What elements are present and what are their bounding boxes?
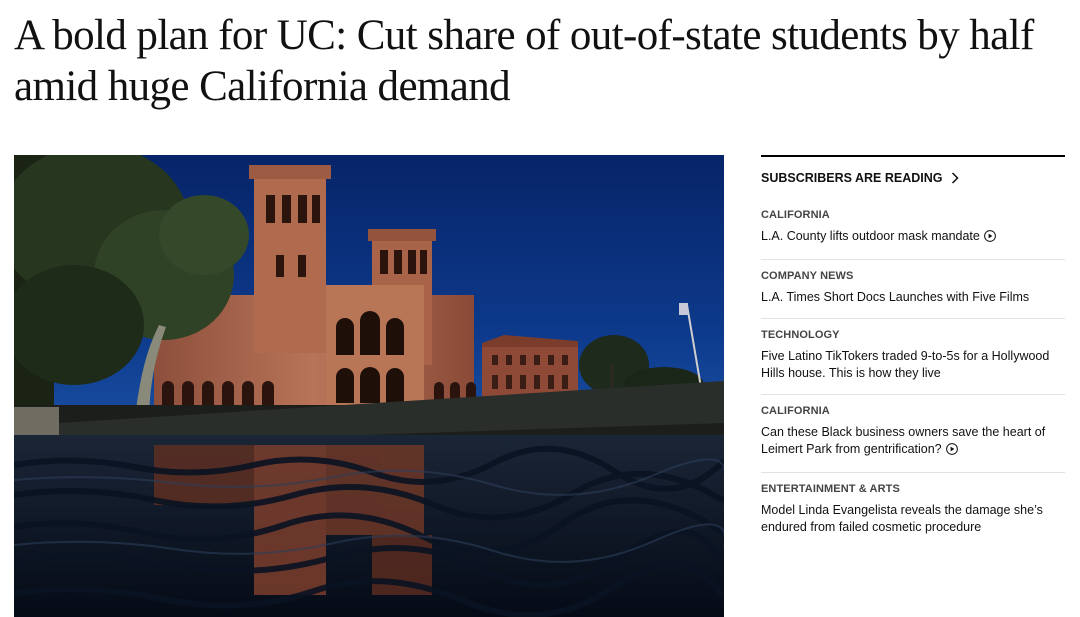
rail-story[interactable]: TECHNOLOGY Five Latino TikTokers traded … bbox=[761, 319, 1065, 395]
rail-story[interactable]: COMPANY NEWS L.A. Times Short Docs Launc… bbox=[761, 260, 1065, 319]
rail-story[interactable]: ENTERTAINMENT & ARTS Model Linda Evangel… bbox=[761, 473, 1065, 548]
story-kicker[interactable]: ENTERTAINMENT & ARTS bbox=[761, 483, 1065, 495]
story-title-link[interactable]: L.A. Times Short Docs Launches with Five… bbox=[761, 289, 1065, 306]
story-title-text[interactable]: L.A. County lifts outdoor mask mandate bbox=[761, 229, 980, 243]
story-title-link[interactable]: L.A. County lifts outdoor mask mandate bbox=[761, 228, 1065, 247]
story-title-link[interactable]: Model Linda Evangelista reveals the dama… bbox=[761, 502, 1065, 536]
story-title-link[interactable]: Five Latino TikTokers traded 9-to-5s for… bbox=[761, 348, 1065, 382]
subscribers-reading-rail: SUBSCRIBERS ARE READING CALIFORNIA L.A. … bbox=[761, 155, 1065, 548]
story-title-text[interactable]: Five Latino TikTokers traded 9-to-5s for… bbox=[761, 349, 1049, 380]
story-title-text[interactable]: Model Linda Evangelista reveals the dama… bbox=[761, 503, 1043, 534]
hero-image[interactable] bbox=[14, 155, 724, 617]
story-title-text[interactable]: L.A. Times Short Docs Launches with Five… bbox=[761, 290, 1029, 304]
rail-header-label: SUBSCRIBERS ARE READING bbox=[761, 171, 943, 185]
rail-header-link[interactable]: SUBSCRIBERS ARE READING bbox=[761, 157, 1065, 199]
story-title-text[interactable]: Can these Black business owners save the… bbox=[761, 425, 1045, 456]
story-kicker[interactable]: CALIFORNIA bbox=[761, 209, 1065, 221]
story-kicker[interactable]: CALIFORNIA bbox=[761, 405, 1065, 417]
video-play-icon bbox=[945, 443, 958, 460]
story-title-link[interactable]: Can these Black business owners save the… bbox=[761, 424, 1065, 460]
story-kicker[interactable]: TECHNOLOGY bbox=[761, 329, 1065, 341]
article-headline: A bold plan for UC: Cut share of out-of-… bbox=[14, 12, 1034, 110]
story-kicker[interactable]: COMPANY NEWS bbox=[761, 270, 1065, 282]
rail-story[interactable]: CALIFORNIA L.A. County lifts outdoor mas… bbox=[761, 199, 1065, 260]
video-play-icon bbox=[983, 230, 996, 247]
chevron-right-icon bbox=[951, 172, 959, 184]
hero-illustration bbox=[14, 155, 724, 617]
rail-story[interactable]: CALIFORNIA Can these Black business owne… bbox=[761, 395, 1065, 473]
